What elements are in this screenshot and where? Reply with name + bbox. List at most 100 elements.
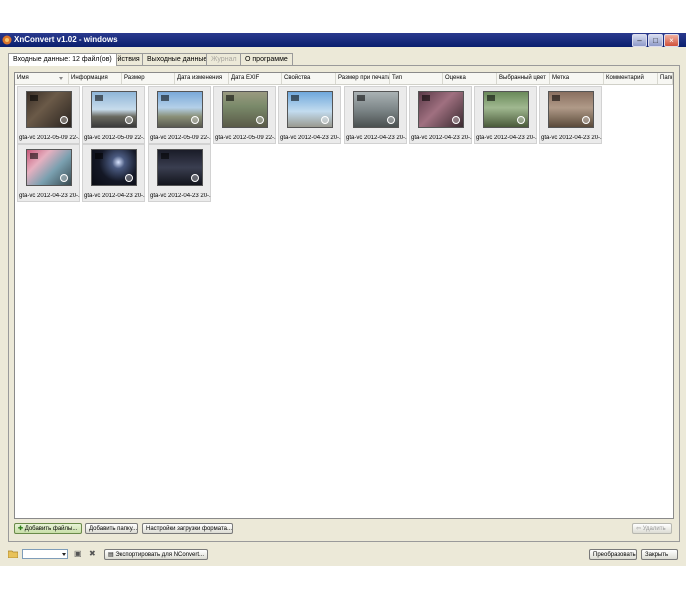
save-icon[interactable]: ▣ xyxy=(74,549,82,559)
thumbnail-image xyxy=(157,91,203,128)
file-list[interactable]: Имя Информация Размер Дата изменения Дат… xyxy=(14,72,674,519)
hud-overlay xyxy=(161,95,169,101)
file-caption: gta-vc 2012-04-23 20-... xyxy=(346,135,407,141)
add-files-button[interactable]: ✚ Добавить файлы... xyxy=(14,523,82,534)
file-thumbnail[interactable]: gta-vc 2012-05-09 22-... xyxy=(17,86,80,144)
radar-overlay xyxy=(125,116,133,124)
thumbnail-image xyxy=(418,91,464,128)
close-button[interactable]: Закрыть xyxy=(641,549,678,560)
hud-overlay xyxy=(30,95,38,101)
file-caption: gta-vc 2012-04-23 20-... xyxy=(19,193,80,199)
load-settings-button[interactable]: Настройки загрузки формата... xyxy=(142,523,233,534)
remove-button: ⇦ Удалить xyxy=(632,523,672,534)
app-icon xyxy=(2,35,12,45)
tab-log: Журнал xyxy=(206,53,242,65)
file-caption: gta-vc 2012-05-09 22-... xyxy=(19,135,80,141)
file-thumbnail[interactable]: gta-vc 2012-04-23 20-... xyxy=(539,86,602,144)
thumbnail-image xyxy=(26,91,72,128)
column-date-exif[interactable]: Дата EXIF xyxy=(229,73,282,84)
delete-icon[interactable]: ✖ xyxy=(89,549,96,559)
column-info[interactable]: Информация xyxy=(69,73,122,84)
hud-overlay xyxy=(95,153,103,159)
column-date-modified[interactable]: Дата изменения xyxy=(175,73,229,84)
remove-icon: ⇦ xyxy=(636,526,642,532)
file-thumbnail[interactable]: gta-vc 2012-05-09 22-... xyxy=(213,86,276,144)
radar-overlay xyxy=(256,116,264,124)
file-caption: gta-vc 2012-04-23 20-... xyxy=(280,135,341,141)
thumbnail-image xyxy=(287,91,333,128)
radar-overlay xyxy=(582,116,590,124)
file-caption: gta-vc 2012-04-23 20-... xyxy=(476,135,537,141)
app-window: XnConvert v1.02 - windows – □ × Входные … xyxy=(0,33,686,566)
convert-button[interactable]: Преобразовать xyxy=(589,549,637,560)
file-caption: gta-vc 2012-04-23 20-... xyxy=(541,135,602,141)
radar-overlay xyxy=(452,116,460,124)
column-color[interactable]: Выбранный цвет xyxy=(497,73,550,84)
thumbnail-image xyxy=(91,149,137,186)
radar-overlay xyxy=(125,174,133,182)
file-thumbnail[interactable]: gta-vc 2012-04-23 20-... xyxy=(278,86,341,144)
thumbnail-image xyxy=(222,91,268,128)
file-thumbnail[interactable]: gta-vc 2012-04-23 20-... xyxy=(474,86,537,144)
file-thumbnail[interactable]: gta-vc 2012-04-23 20-... xyxy=(409,86,472,144)
column-rating[interactable]: Оценка xyxy=(443,73,497,84)
preset-combo[interactable] xyxy=(22,549,68,559)
file-thumbnail[interactable]: gta-vc 2012-04-23 20-... xyxy=(82,144,145,202)
column-comment[interactable]: Комментарий xyxy=(604,73,658,84)
hud-overlay xyxy=(487,95,495,101)
export-nconvert-button[interactable]: ▤ Экспортировать для NConvert... xyxy=(104,549,208,560)
column-type[interactable]: Тип xyxy=(390,73,443,84)
hud-overlay xyxy=(95,95,103,101)
file-caption: gta-vc 2012-04-23 20-... xyxy=(411,135,472,141)
add-folder-button[interactable]: Добавить папку... xyxy=(85,523,138,534)
thumbnail-image xyxy=(157,149,203,186)
column-label[interactable]: Метка xyxy=(550,73,604,84)
window-title: XnConvert v1.02 - windows xyxy=(14,35,118,44)
add-icon: ✚ xyxy=(18,526,24,532)
tab-output[interactable]: Выходные данные xyxy=(142,53,213,65)
minimize-button[interactable]: – xyxy=(632,34,647,47)
hud-overlay xyxy=(357,95,365,101)
hud-overlay xyxy=(422,95,430,101)
hud-overlay xyxy=(552,95,560,101)
column-folder[interactable]: Папка xyxy=(658,73,673,84)
file-thumbnail[interactable]: gta-vc 2012-05-09 22-... xyxy=(148,86,211,144)
close-window-button[interactable]: × xyxy=(664,34,679,47)
tab-input[interactable]: Входные данные: 12 файл(ов) xyxy=(8,53,117,66)
column-print-size[interactable]: Размер при печати xyxy=(336,73,390,84)
thumbnail-image xyxy=(26,149,72,186)
thumbnail-image xyxy=(91,91,137,128)
input-panel: Имя Информация Размер Дата изменения Дат… xyxy=(8,65,680,542)
tab-about[interactable]: О программе xyxy=(240,53,293,65)
file-caption: gta-vc 2012-04-23 20-... xyxy=(150,193,211,199)
thumbnail-image xyxy=(548,91,594,128)
radar-overlay xyxy=(387,116,395,124)
folder-icon[interactable] xyxy=(8,549,18,558)
chevron-down-icon xyxy=(62,553,66,556)
radar-overlay xyxy=(321,116,329,124)
export-icon: ▤ xyxy=(108,552,114,558)
file-caption: gta-vc 2012-04-23 20-... xyxy=(84,193,145,199)
radar-overlay xyxy=(60,116,68,124)
radar-overlay xyxy=(191,174,199,182)
hud-overlay xyxy=(226,95,234,101)
thumbnail-image xyxy=(483,91,529,128)
bottom-bar: ▣ ✖ ▤ Экспортировать для NConvert... Пре… xyxy=(0,543,686,566)
radar-overlay xyxy=(191,116,199,124)
file-thumbnail[interactable]: gta-vc 2012-04-23 20-... xyxy=(17,144,80,202)
file-caption: gta-vc 2012-05-09 22-... xyxy=(150,135,211,141)
hud-overlay xyxy=(291,95,299,101)
hud-overlay xyxy=(161,153,169,159)
radar-overlay xyxy=(60,174,68,182)
title-bar[interactable]: XnConvert v1.02 - windows – □ × xyxy=(0,33,686,47)
radar-overlay xyxy=(517,116,525,124)
sort-arrow-icon xyxy=(59,77,63,80)
maximize-button[interactable]: □ xyxy=(648,34,663,47)
column-properties[interactable]: Свойства xyxy=(282,73,336,84)
file-thumbnail[interactable]: gta-vc 2012-04-23 20-... xyxy=(344,86,407,144)
file-thumbnail[interactable]: gta-vc 2012-05-09 22-... xyxy=(82,86,145,144)
file-caption: gta-vc 2012-05-09 22-... xyxy=(215,135,276,141)
hud-overlay xyxy=(30,153,38,159)
column-size[interactable]: Размер xyxy=(122,73,175,84)
file-thumbnail[interactable]: gta-vc 2012-04-23 20-... xyxy=(148,144,211,202)
